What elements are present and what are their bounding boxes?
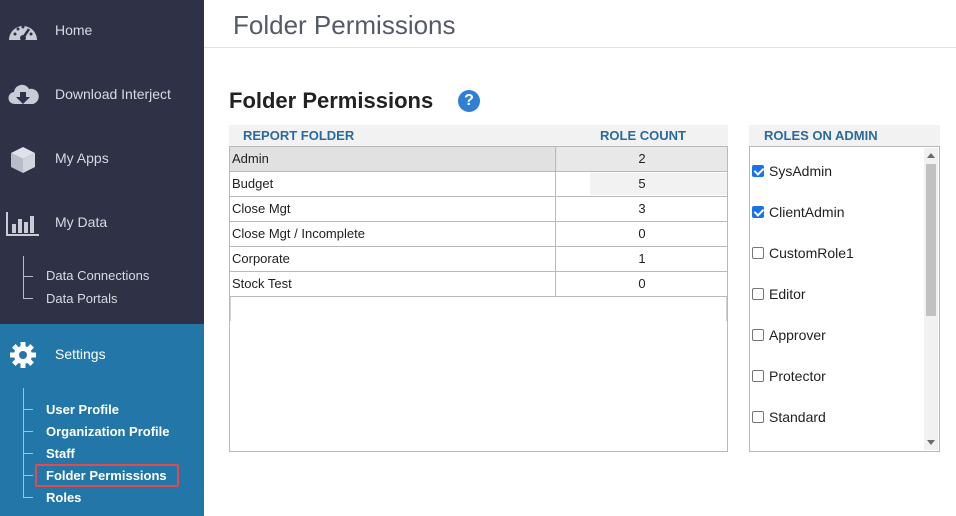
- sidebar-subitem-staff[interactable]: Staff: [46, 446, 75, 461]
- table-body: Admin 2 Budget 5 Close Mgt 3 Close Mgt /…: [229, 146, 728, 452]
- role-count: 1: [638, 251, 646, 266]
- role-label: Approver: [769, 327, 826, 343]
- folder-name: Budget: [230, 172, 556, 196]
- page-title: Folder Permissions: [233, 10, 456, 40]
- table-header: REPORT FOLDER ROLE COUNT: [229, 125, 728, 146]
- scroll-down-arrow-icon[interactable]: [927, 440, 935, 445]
- tree-tick: [23, 409, 33, 410]
- sidebar-item-home[interactable]: Home: [0, 0, 204, 64]
- tree-tick: [23, 431, 33, 432]
- role-count-cell: 5: [557, 172, 727, 196]
- role-count: 3: [638, 201, 646, 216]
- sidebar-item-settings[interactable]: Settings: [0, 324, 204, 388]
- sidebar-subitem-roles[interactable]: Roles: [46, 490, 81, 505]
- folder-name: Close Mgt / Incomplete: [230, 222, 556, 246]
- row-edge: [230, 297, 231, 321]
- folder-name: Corporate: [230, 247, 556, 271]
- role-count: 5: [638, 176, 646, 191]
- folder-name: Stock Test: [230, 272, 556, 296]
- checkbox[interactable]: [752, 247, 764, 259]
- roles-panel: ROLES ON ADMIN SysAdmin ClientAdmin Cust…: [749, 125, 940, 452]
- sidebar-subitem-data-portals[interactable]: Data Portals: [46, 291, 118, 306]
- column-header-report-folder[interactable]: REPORT FOLDER: [243, 128, 354, 143]
- checkbox[interactable]: [752, 165, 764, 177]
- role-label: CustomRole1: [769, 245, 854, 261]
- roles-header: ROLES ON ADMIN: [749, 125, 940, 146]
- table-row[interactable]: Stock Test 0: [230, 272, 727, 297]
- scrollbar[interactable]: [924, 148, 938, 450]
- role-count: 0: [638, 276, 646, 291]
- checkbox[interactable]: [752, 206, 764, 218]
- table-row[interactable]: Corporate 1: [230, 247, 727, 272]
- sidebar-subitem-user-profile[interactable]: User Profile: [46, 402, 119, 417]
- role-label: ClientAdmin: [769, 204, 845, 220]
- settings-section: Settings: [0, 324, 204, 516]
- sidebar-subitem-data-connections[interactable]: Data Connections: [46, 268, 149, 283]
- row-hover-shade: [590, 173, 727, 195]
- tree-tick: [23, 453, 33, 454]
- checkbox[interactable]: [752, 329, 764, 341]
- sidebar-item-label: My Apps: [55, 150, 109, 166]
- table-row[interactable]: Close Mgt / Incomplete 0: [230, 222, 727, 247]
- sidebar-item-label: My Data: [55, 214, 108, 230]
- role-count: 2: [557, 147, 727, 171]
- page-header: Folder Permissions: [204, 0, 956, 48]
- sidebar-item-my-apps[interactable]: My Apps: [0, 128, 204, 192]
- role-count: 0: [638, 226, 646, 241]
- table-row[interactable]: Close Mgt 3: [230, 197, 727, 222]
- sidebar-item-label: Settings: [55, 346, 106, 362]
- tree-tick: [23, 475, 33, 476]
- column-header-role-count[interactable]: ROLE COUNT: [600, 128, 686, 143]
- role-label: Protector: [769, 368, 826, 384]
- sidebar-item-my-data[interactable]: My Data: [0, 192, 204, 256]
- table-row[interactable]: Budget 5: [230, 172, 727, 197]
- tree-line: [23, 388, 24, 498]
- sidebar-item-download[interactable]: Download Interject: [0, 64, 204, 128]
- table-row[interactable]: Admin 2: [230, 147, 727, 172]
- cloud-download-icon: [6, 78, 40, 112]
- section-title: Folder Permissions: [229, 88, 434, 113]
- row-edge: [726, 297, 727, 321]
- checkbox[interactable]: [752, 288, 764, 300]
- bar-chart-icon: [6, 206, 40, 240]
- role-label: Editor: [769, 286, 806, 302]
- roles-panel-title: ROLES ON ADMIN: [764, 128, 878, 143]
- box-icon: [6, 142, 40, 176]
- tree-tick: [23, 276, 33, 277]
- tree-line: [23, 256, 24, 298]
- scrollbar-thumb[interactable]: [926, 164, 936, 316]
- role-label: Standard: [769, 409, 826, 425]
- gear-icon: [6, 338, 40, 372]
- folder-name: Close Mgt: [230, 197, 556, 221]
- roles-list[interactable]: SysAdmin ClientAdmin CustomRole1 Editor …: [749, 146, 940, 452]
- tree-tick: [23, 497, 33, 498]
- sidebar-item-label: Download Interject: [55, 86, 171, 102]
- checkbox[interactable]: [752, 451, 764, 452]
- tree-tick: [23, 298, 33, 299]
- scroll-up-arrow-icon[interactable]: [927, 153, 935, 158]
- folder-name: Admin: [230, 147, 556, 171]
- sidebar-item-label: Home: [55, 22, 93, 38]
- checkbox[interactable]: [752, 411, 764, 423]
- checkbox[interactable]: [752, 370, 764, 382]
- role-label: SysAdmin: [769, 163, 833, 179]
- active-item-highlight: [35, 464, 179, 487]
- sidebar: Home Download Interject My Apps My Data …: [0, 0, 204, 516]
- help-icon[interactable]: ?: [458, 90, 480, 112]
- dashboard-icon: [6, 14, 40, 48]
- folder-table: REPORT FOLDER ROLE COUNT Admin 2 Budget …: [229, 125, 728, 452]
- sidebar-subitem-organization-profile[interactable]: Organization Profile: [46, 424, 170, 439]
